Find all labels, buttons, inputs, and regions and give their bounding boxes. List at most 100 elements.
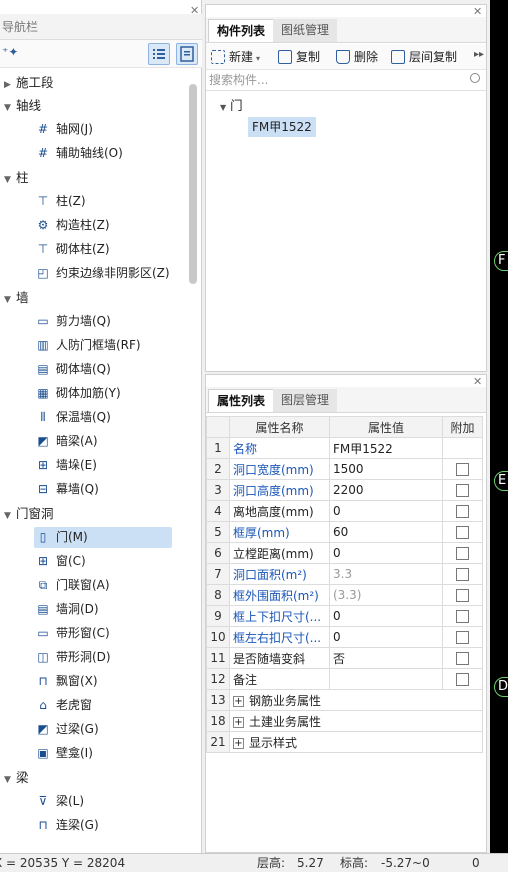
tab-property-list[interactable]: 属性列表 <box>208 389 275 412</box>
property-value[interactable]: 0 <box>329 605 443 627</box>
property-table: 属性名称 属性值 附加 1 名称 FM甲1522 2 洞口宽度(mm) 1500 3 洞口高度… <box>206 416 483 753</box>
property-value[interactable]: 否 <box>329 647 443 669</box>
copy-button[interactable]: 复制 <box>278 48 320 66</box>
property-value[interactable]: 1500 <box>329 458 443 480</box>
property-value[interactable]: 0 <box>329 626 443 648</box>
nav-item-beam[interactable]: ⊽ 梁(L) <box>34 791 172 812</box>
drawing-canvas[interactable] <box>490 0 508 853</box>
search-icon[interactable] <box>470 73 480 83</box>
extra-checkbox[interactable] <box>456 673 469 686</box>
table-row[interactable]: 11 是否随墙变斜否 <box>206 647 483 669</box>
list-view-icon[interactable] <box>148 43 170 65</box>
expand-icon[interactable]: + <box>233 737 244 749</box>
tab-drawing-management[interactable]: 图纸管理 <box>273 19 338 42</box>
more-icon[interactable]: ▸▸ <box>474 49 484 60</box>
nav-item-masonry-rebar[interactable]: ▦ 砌体加筋(Y) <box>34 383 172 404</box>
extra-checkbox[interactable] <box>456 631 469 644</box>
table-row[interactable]: 9 框上下扣尺寸(... 0 <box>206 605 483 627</box>
group-column[interactable]: ▼ 柱 <box>4 167 29 189</box>
table-row[interactable]: 21 + 显示样式 <box>206 731 483 753</box>
nav-item-dormer[interactable]: ⌂ 老虎窗 <box>34 695 172 716</box>
nav-item-grid[interactable]: # 轴网(J) <box>34 119 172 140</box>
nav-item-boundary-zone[interactable]: ◰ 约束边缘非阴影区(Z) <box>34 263 172 284</box>
close-icon[interactable]: ✕ <box>473 376 482 387</box>
extra-checkbox[interactable] <box>456 484 469 497</box>
nav-item-aux-axis[interactable]: # 辅助轴线(O) <box>34 143 172 164</box>
new-button[interactable]: 新建 ▾ <box>211 48 260 66</box>
property-value[interactable]: (3.3) <box>329 584 443 606</box>
nav-item-hidden-beam[interactable]: ◩ 暗梁(A) <box>34 431 172 452</box>
add-icon[interactable]: ⁺✦ <box>2 45 18 59</box>
group-doors-windows[interactable]: ▼ 门窗洞 <box>4 503 54 525</box>
nav-item-window[interactable]: ⊞ 窗(C) <box>34 551 172 572</box>
property-value[interactable]: 3.3 <box>329 563 443 585</box>
extra-checkbox[interactable] <box>456 652 469 665</box>
table-row[interactable]: 18 + 土建业务属性 <box>206 710 483 732</box>
group-construction-section[interactable]: ▶ 施工段 <box>4 72 54 94</box>
nav-item-insulation-wall[interactable]: ⦀ 保温墙(Q) <box>34 407 172 428</box>
property-value[interactable]: 0 <box>329 542 443 564</box>
nav-item-lintel[interactable]: ◩ 过梁(G) <box>34 719 172 740</box>
nav-item-coupling-beam[interactable]: ⊓ 连梁(G) <box>34 815 172 836</box>
nav-item-masonry-wall[interactable]: ▤ 砌体墙(Q) <box>34 359 172 380</box>
table-row[interactable]: 6 立樘距离(mm) 0 <box>206 542 483 564</box>
group-beam[interactable]: ▼ 梁 <box>4 767 29 789</box>
close-icon[interactable]: ✕ <box>190 5 199 16</box>
nav-item-bay-window[interactable]: ⊓ 飘窗(X) <box>34 671 172 692</box>
table-row[interactable]: 3 洞口高度(mm) 2200 <box>206 479 483 501</box>
group-axis[interactable]: ▼ 轴线 <box>4 95 41 117</box>
floor-height-value: 5.27 <box>297 856 324 870</box>
nav-item-wall-pier[interactable]: ⊞ 墙垛(E) <box>34 455 172 476</box>
tab-component-list[interactable]: 构件列表 <box>208 19 275 42</box>
extra-checkbox[interactable] <box>456 568 469 581</box>
property-value[interactable]: 2200 <box>329 479 443 501</box>
nav-item-strip-opening[interactable]: ◫ 带形洞(D) <box>34 647 172 668</box>
group-wall[interactable]: ▼ 墙 <box>4 287 29 309</box>
nav-item-constructional-column[interactable]: ⚙ 构造柱(Z) <box>34 215 172 236</box>
nav-item-shear-wall[interactable]: ▭ 剪力墙(Q) <box>34 311 172 332</box>
table-row[interactable]: 8 框外围面积(m²) (3.3) <box>206 584 483 606</box>
nav-scrollbar[interactable] <box>189 84 197 284</box>
extra-checkbox[interactable] <box>456 526 469 539</box>
table-row[interactable]: 1 名称 FM甲1522 <box>206 437 483 459</box>
table-row[interactable]: 4 离地高度(mm) 0 <box>206 500 483 522</box>
property-name: 框外围面积(m²) <box>229 584 330 606</box>
component-search-input[interactable]: 搜索构件... <box>206 70 486 91</box>
table-row[interactable]: 7 洞口面积(m²) 3.3 <box>206 563 483 585</box>
nav-item-curtain-wall[interactable]: ⊟ 幕墙(Q) <box>34 479 172 500</box>
property-value[interactable]: 0 <box>329 500 443 522</box>
table-row[interactable]: 5 框厚(mm) 60 <box>206 521 483 543</box>
tab-layer-management[interactable]: 图层管理 <box>273 389 338 412</box>
nav-item-column[interactable]: ⊤ 柱(Z) <box>34 191 172 212</box>
delete-button[interactable]: 删除 <box>336 48 378 66</box>
nav-item-wall-opening[interactable]: ▤ 墙洞(D) <box>34 599 172 620</box>
expand-icon[interactable]: + <box>233 716 244 728</box>
extra-checkbox[interactable] <box>456 589 469 602</box>
extra-checkbox[interactable] <box>456 463 469 476</box>
nav-item-strip-window[interactable]: ▭ 带形窗(C) <box>34 623 172 644</box>
nav-item-civil-defense-wall[interactable]: ▥ 人防门框墙(RF) <box>34 335 172 356</box>
floor-copy-button[interactable]: 层间复制 <box>391 48 457 66</box>
extra-checkbox[interactable] <box>456 547 469 560</box>
nav-item-door[interactable]: ▯ 门(M) <box>34 527 172 548</box>
detail-view-icon[interactable] <box>176 43 198 65</box>
property-value[interactable]: FM甲1522 <box>329 437 443 459</box>
expand-icon[interactable]: + <box>233 695 244 707</box>
extra-checkbox[interactable] <box>456 505 469 518</box>
property-name: + 土建业务属性 <box>229 710 483 732</box>
property-extra <box>442 437 483 459</box>
coords-readout: X = 20535 Y = 28204 <box>0 856 126 870</box>
property-value[interactable]: 60 <box>329 521 443 543</box>
nav-item-niche[interactable]: ▣ 壁龛(I) <box>34 743 172 764</box>
table-row[interactable]: 10 框左右扣尺寸(... 0 <box>206 626 483 648</box>
table-row[interactable]: 12 备注 <box>206 668 483 690</box>
component-item-selected[interactable]: FM甲1522 <box>248 117 316 137</box>
nav-item-masonry-column[interactable]: ⊤ 砌体柱(Z) <box>34 239 172 260</box>
component-group-door[interactable]: ▼ 门 <box>220 95 243 114</box>
close-icon[interactable]: ✕ <box>473 6 482 17</box>
table-row[interactable]: 2 洞口宽度(mm) 1500 <box>206 458 483 480</box>
table-row[interactable]: 13 + 钢筋业务属性 <box>206 689 483 711</box>
property-value[interactable] <box>329 668 443 690</box>
nav-item-door-window[interactable]: ⧉ 门联窗(A) <box>34 575 172 596</box>
extra-checkbox[interactable] <box>456 610 469 623</box>
